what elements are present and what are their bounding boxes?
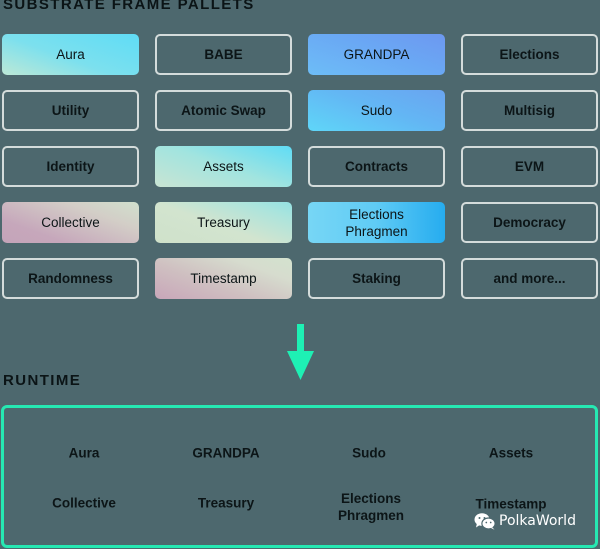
pallet-label: Identity [46,159,95,174]
runtime-item-sudo: Sudo [352,445,386,461]
pallet-label: Aura [56,47,85,62]
pallet-aura[interactable]: Aura [2,34,139,75]
pallet-label: Staking [352,271,401,286]
runtime-item-assets: Assets [488,445,534,461]
runtime-item-treasury: Treasury [197,495,255,511]
pallet-label: Treasury [197,215,250,230]
runtime-item-collective: Collective [52,495,116,511]
pallet-label: Utility [51,103,90,118]
pallet-democracy[interactable]: Democracy [461,202,598,243]
pallet-label: Timestamp [190,271,257,286]
pallet-elections-phragmen[interactable]: Elections Phragmen [308,202,445,243]
pallet-atomic-swap[interactable]: Atomic Swap [155,90,292,131]
pallet-staking[interactable]: Staking [308,258,445,299]
pallet-sudo[interactable]: Sudo [308,90,445,131]
pallet-treasury[interactable]: Treasury [155,202,292,243]
pallet-randomness[interactable]: Randomness [2,258,139,299]
watermark: PolkaWorld [474,512,576,530]
pallet-grid: Aura BABE GRANDPA Elections Utility Atomic Sw… [2,34,598,299]
pallet-elections[interactable]: Elections [461,34,598,75]
runtime-item-aura: Aura [68,445,100,461]
pallet-label: Multisig [504,103,555,118]
pallet-label: GRANDPA [343,47,410,62]
wechat-icon [474,513,496,530]
pallet-babe[interactable]: BABE [155,34,292,75]
pallet-and-more[interactable]: and more... [461,258,598,299]
pallet-label: and more... [493,271,566,286]
pallet-label: Contracts [344,159,408,174]
runtime-item-timestamp: Timestamp [475,496,547,512]
pallet-label: Sudo [360,103,393,118]
pallet-label: Assets [203,159,244,174]
pallet-label: Collective [41,215,100,230]
arrow-down-icon [287,324,314,380]
pallet-label: Elections [499,47,560,62]
pallet-timestamp[interactable]: Timestamp [155,258,292,299]
pallets-section-title: SUBSTRATE FRAME PALLETS [3,0,255,13]
runtime-section-title: RUNTIME [3,372,82,389]
pallet-evm[interactable]: EVM [461,146,598,187]
pallet-label: BABE [204,47,243,62]
pallet-label: Democracy [493,215,566,230]
pallet-utility[interactable]: Utility [2,90,139,131]
pallet-multisig[interactable]: Multisig [461,90,598,131]
pallet-contracts[interactable]: Contracts [308,146,445,187]
pallet-grandpa[interactable]: GRANDPA [308,34,445,75]
pallet-identity[interactable]: Identity [2,146,139,187]
pallet-assets[interactable]: Assets [155,146,292,187]
pallet-label: Atomic Swap [181,103,266,118]
pallet-label: Elections Phragmen [345,206,408,239]
pallet-collective[interactable]: Collective [2,202,139,243]
watermark-text: PolkaWorld [499,513,576,529]
pallet-label: Randomness [28,271,113,286]
runtime-item-grandpa: GRANDPA [192,445,260,461]
runtime-item-elections-phragmen: Elections Phragmen [337,491,405,523]
pallet-label: EVM [514,159,545,174]
